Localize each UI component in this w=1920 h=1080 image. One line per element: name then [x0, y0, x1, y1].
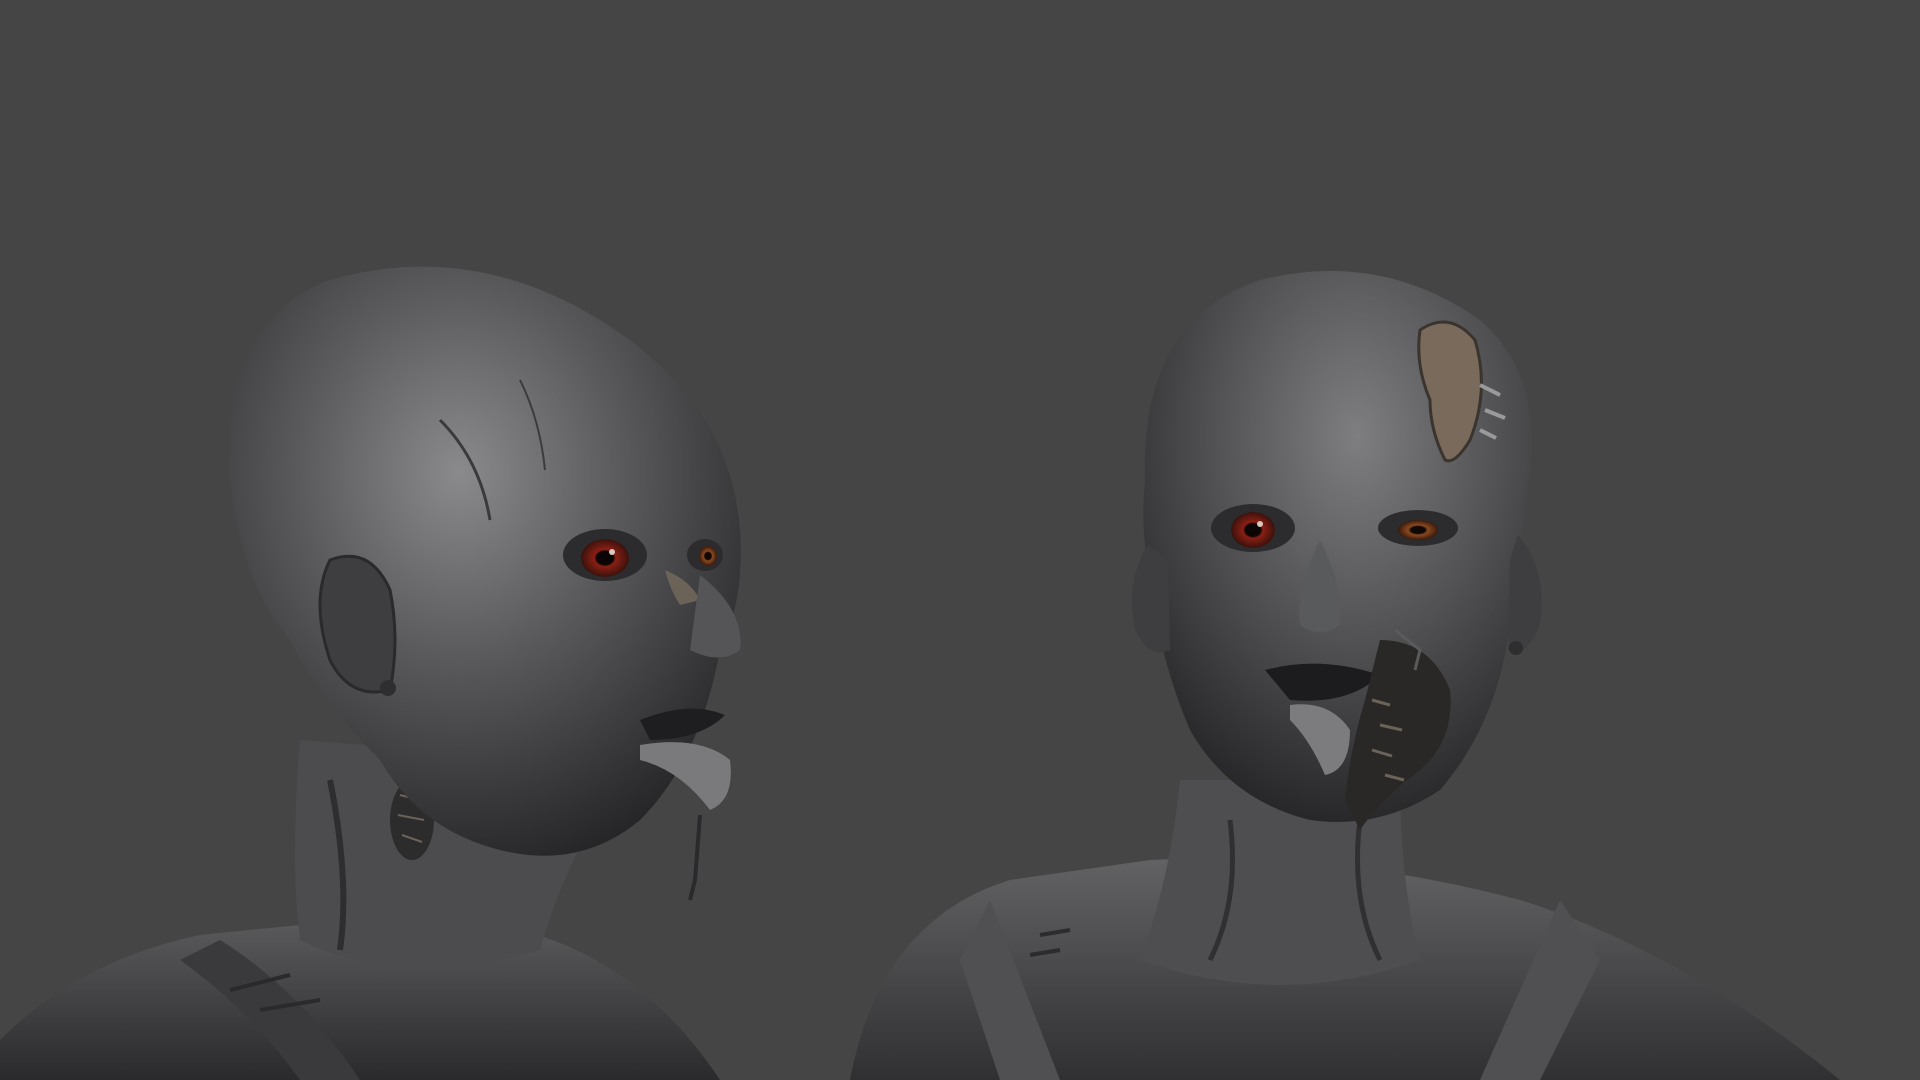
ear-right-b — [1508, 535, 1542, 653]
earring-right — [1509, 641, 1523, 655]
ear-right-a — [1131, 545, 1170, 653]
eye-right-a — [1231, 512, 1275, 548]
eye-right-b — [1398, 520, 1438, 540]
eye-left-b — [699, 546, 717, 566]
render-canvas — [0, 266, 1840, 1080]
bust-front — [850, 271, 1840, 1080]
bust-three-quarter — [0, 266, 741, 1080]
earring-left — [380, 680, 396, 696]
viewport — [0, 0, 1920, 1080]
eye-left-a — [581, 539, 629, 577]
